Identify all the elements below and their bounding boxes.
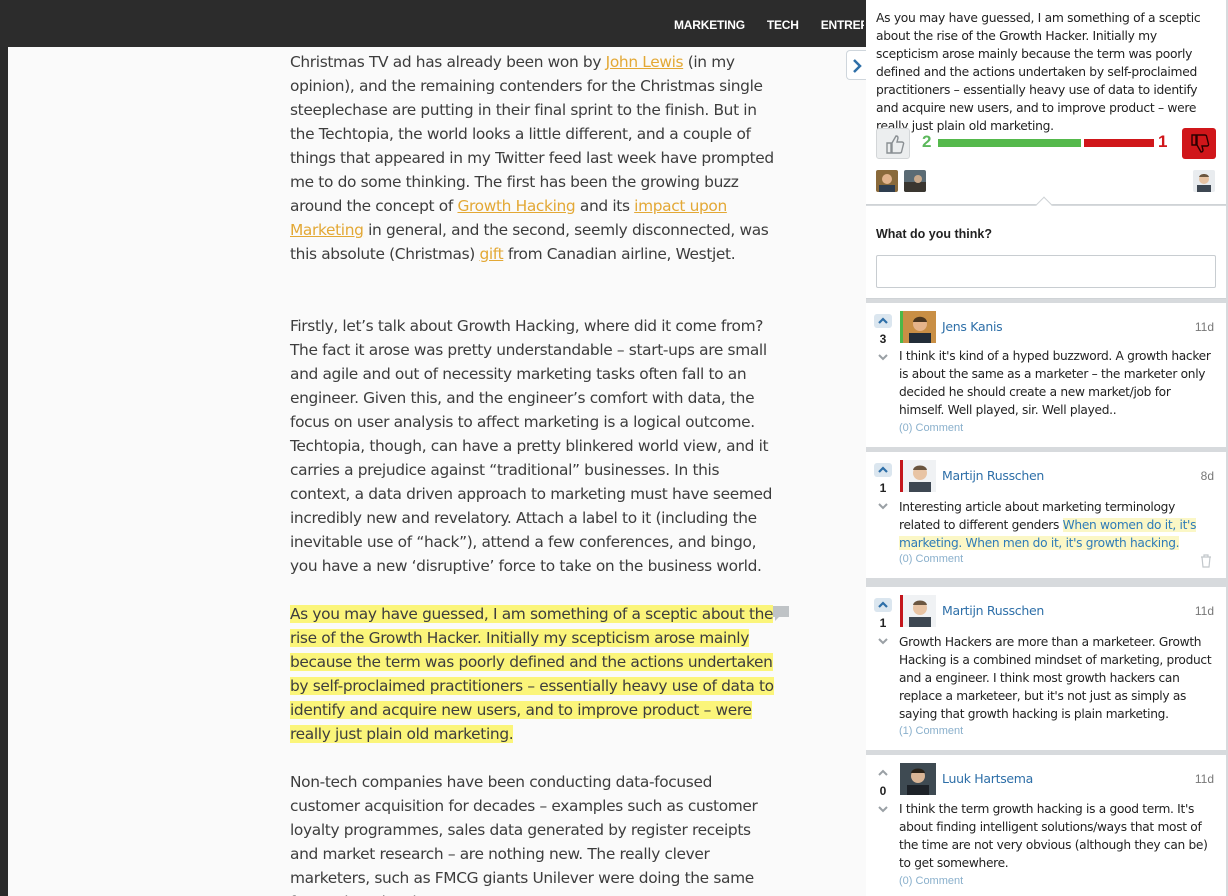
link-john-lewis[interactable]: John Lewis: [606, 53, 684, 71]
thumbs-down-icon: [1191, 134, 1210, 153]
text-run: and its: [575, 197, 635, 215]
article-paragraph-4: Non-tech companies have been conducting …: [290, 773, 758, 896]
chevron-up-icon: [878, 601, 888, 608]
trash-icon[interactable]: [1200, 554, 1212, 568]
link-growth-hacking[interactable]: Growth Hacking: [457, 197, 575, 215]
voter-avatar[interactable]: [904, 170, 926, 192]
comment-item: 1 Martijn Russchen 11d Growth Hackers ar…: [866, 587, 1226, 750]
nav-item-entrepreneurs[interactable]: ENTREPRE: [821, 18, 864, 32]
upvote-button[interactable]: [874, 766, 892, 780]
comment-reply-link[interactable]: (0) Comment: [899, 875, 963, 887]
nav-item-tech[interactable]: TECH: [767, 18, 799, 32]
chevron-down-icon: [878, 638, 888, 645]
upvote-count: 2: [922, 132, 932, 151]
commenter-avatar[interactable]: [900, 763, 936, 795]
chevron-up-icon: [878, 317, 888, 324]
voter-avatar[interactable]: [1193, 170, 1215, 192]
thumbs-down-button[interactable]: [1182, 128, 1216, 159]
comment-input[interactable]: [876, 255, 1216, 288]
comment-timestamp: 11d: [1194, 320, 1214, 334]
downvote-button[interactable]: [875, 501, 891, 513]
comment-reply-link[interactable]: (0) Comment: [899, 422, 963, 434]
comment-item: 0 Luuk Hartsema 11d I think the term gro…: [866, 755, 1226, 896]
commenter-avatar[interactable]: [900, 311, 936, 343]
upvote-button[interactable]: [874, 314, 892, 328]
quote-card: As you may have guessed, I am something …: [866, 0, 1226, 205]
comment-reply-link[interactable]: (1) Comment: [899, 725, 963, 737]
comment-vote-count: 1: [879, 616, 887, 630]
voter-avatar[interactable]: [876, 170, 898, 192]
comment-vote-count: 0: [879, 784, 887, 798]
nav-item-marketing[interactable]: MARKETING: [674, 18, 745, 32]
chevron-down-icon: [878, 503, 888, 510]
commenter-name[interactable]: Jens Kanis: [942, 319, 1003, 334]
comment-item: 3 Jens Kanis 11d I think it's kind of a …: [866, 303, 1226, 447]
comment-text: I think it's kind of a hyped buzzword. A…: [899, 349, 1211, 417]
main-nav: MARKETING TECH ENTREPRE: [674, 16, 864, 32]
chevron-right-icon: [853, 59, 862, 73]
downvote-button[interactable]: [875, 636, 891, 648]
quoted-passage: As you may have guessed, I am something …: [876, 11, 1201, 133]
comment-prompt-label: What do you think?: [876, 227, 992, 241]
comment-bubble-icon[interactable]: [771, 604, 791, 624]
upvote-button[interactable]: [874, 598, 892, 612]
chevron-up-icon: [878, 466, 888, 473]
thumbs-up-icon: [886, 135, 905, 154]
new-comment-card: What do you think?: [866, 196, 1226, 299]
commenter-avatar[interactable]: [900, 595, 936, 627]
approval-bar-positive: [938, 139, 1081, 147]
comment-vote-count: 3: [879, 332, 887, 346]
link-gift[interactable]: gift: [479, 245, 503, 263]
article-paragraph-2: Firstly, let’s talk about Growth Hacking…: [290, 317, 773, 575]
comment-vote-count: 1: [879, 481, 887, 495]
comments-sidebar: As you may have guessed, I am something …: [866, 0, 1228, 896]
comment-text: Interesting article about marketing term…: [899, 498, 1219, 552]
comment-item: 1 Martijn Russchen 8d Interesting articl…: [866, 452, 1226, 578]
article-page: Christmas TV ad has already been won by …: [8, 47, 866, 896]
commenter-name[interactable]: Martijn Russchen: [942, 468, 1044, 483]
article-paragraph-1: Christmas TV ad has already been won by …: [290, 50, 776, 266]
article-paragraph-3[interactable]: As you may have guessed, I am something …: [290, 602, 776, 746]
chevron-down-icon: [878, 806, 888, 813]
upvote-button[interactable]: [874, 463, 892, 477]
text-run: Christmas TV ad has already been won by: [290, 53, 606, 71]
comment-timestamp: 11d: [1194, 772, 1214, 786]
downvote-count: 1: [1158, 132, 1168, 151]
chevron-up-icon: [878, 769, 888, 776]
collapse-panel-button[interactable]: [846, 50, 866, 80]
commenter-avatar[interactable]: [900, 460, 936, 492]
text-run: (in my opinion), and the remaining conte…: [290, 53, 774, 215]
text-run: from Canadian airline, Westjet.: [503, 245, 736, 263]
comment-text: Growth Hackers are more than a marketeer…: [899, 635, 1212, 721]
comment-timestamp: 8d: [1200, 469, 1214, 483]
highlighted-quote[interactable]: As you may have guessed, I am something …: [290, 605, 774, 743]
commenter-name[interactable]: Luuk Hartsema: [942, 771, 1033, 786]
comment-text: I think the term growth hacking is a goo…: [899, 802, 1208, 870]
downvote-button[interactable]: [875, 804, 891, 816]
downvote-button[interactable]: [875, 352, 891, 364]
commenter-name[interactable]: Martijn Russchen: [942, 603, 1044, 618]
comment-timestamp: 11d: [1194, 604, 1214, 618]
thumbs-up-button[interactable]: [876, 128, 910, 159]
chevron-down-icon: [878, 354, 888, 361]
approval-bar-negative: [1084, 139, 1154, 147]
comment-reply-link[interactable]: (0) Comment: [899, 553, 963, 565]
